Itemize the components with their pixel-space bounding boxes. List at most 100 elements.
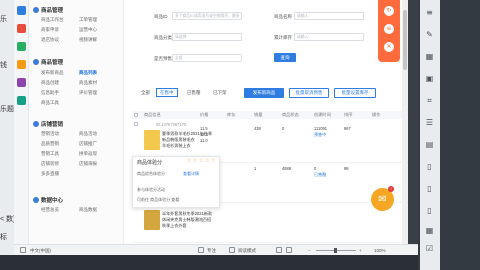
read-mode-label[interactable]: 阅读模式 bbox=[238, 248, 256, 254]
nav-item[interactable]: 商品数据 bbox=[79, 207, 97, 213]
column-header: 商品状态 bbox=[282, 112, 299, 117]
zoom-slider-knob[interactable] bbox=[334, 248, 337, 253]
app-chat-icon[interactable] bbox=[17, 42, 26, 51]
nav-item[interactable]: 店铺装修 bbox=[41, 161, 59, 167]
stock-input[interactable]: 请输入 bbox=[294, 33, 364, 41]
crop-icon[interactable]: ⌗ bbox=[425, 96, 434, 105]
filter-label: 是否预售 bbox=[154, 56, 172, 61]
status-link[interactable]: 预售中 bbox=[314, 132, 326, 138]
select-all-checkbox[interactable] bbox=[134, 113, 138, 117]
menu-icon[interactable]: ≡ bbox=[425, 8, 434, 17]
table-icon[interactable]: ▦ bbox=[425, 52, 434, 61]
app-home-icon[interactable] bbox=[17, 6, 26, 15]
goods-thumbnail[interactable] bbox=[144, 210, 160, 230]
nav-item[interactable]: 商品工作台 bbox=[41, 17, 64, 23]
nav-item[interactable]: 店铺推广 bbox=[79, 141, 97, 147]
focus-mode-label[interactable]: 专注 bbox=[207, 248, 216, 254]
popup-link[interactable]: 查看详情 bbox=[183, 171, 199, 177]
nav-item[interactable]: 退店协议 bbox=[41, 37, 59, 43]
tab-sold-out[interactable]: 已售罄 bbox=[184, 88, 204, 97]
filter-label: 累计库存 bbox=[274, 35, 292, 40]
publish-goods-button[interactable]: 发布新商品 bbox=[244, 88, 284, 98]
nav-item[interactable]: 拼单返现 bbox=[79, 151, 97, 157]
brush-icon[interactable]: ✎ bbox=[425, 30, 434, 39]
column-header[interactable]: 创建时间 bbox=[314, 112, 331, 118]
search-button[interactable]: 查询 bbox=[274, 53, 296, 62]
goods-thumbnail[interactable] bbox=[144, 130, 160, 150]
zoom-in-button[interactable]: + bbox=[359, 248, 362, 253]
nav-item[interactable]: 商品工具 bbox=[41, 100, 59, 106]
floating-helper-panel: ↻ ≡ ✕ bbox=[378, 0, 400, 62]
page-icon[interactable] bbox=[20, 247, 26, 253]
note-icon[interactable]: ▤ bbox=[425, 140, 434, 149]
batch-set-stock-button[interactable]: 批量设置库存 bbox=[334, 88, 376, 98]
image-icon[interactable]: ▣ bbox=[425, 74, 434, 83]
tab-delisted[interactable]: 已下架 bbox=[210, 88, 230, 97]
list-icon[interactable]: ☰ bbox=[425, 118, 434, 127]
status-value: 111091 bbox=[314, 126, 328, 131]
goods-icon bbox=[33, 7, 39, 13]
tab-on-sale[interactable]: 在售中 bbox=[156, 88, 178, 97]
nav-item[interactable]: 视频讲解 bbox=[79, 37, 97, 43]
nav-group-title: 店铺营销 bbox=[41, 122, 64, 128]
zoom-level[interactable]: 100% bbox=[374, 248, 386, 253]
notification-badge: ! bbox=[388, 186, 394, 192]
doc-icon[interactable]: ▯ bbox=[425, 162, 434, 171]
category-select[interactable]: 请选择 bbox=[172, 33, 242, 41]
nav-item[interactable]: 信息助手 bbox=[41, 90, 59, 96]
app-order-icon[interactable] bbox=[17, 60, 26, 69]
tab-all[interactable]: 全部 bbox=[138, 88, 153, 97]
status-bar: 中文(中国) 专注 阅读模式 − + 100% bbox=[14, 244, 418, 255]
bg-text-fragment: 钱 bbox=[0, 62, 7, 69]
nav-item[interactable]: 多多直播 bbox=[41, 171, 59, 177]
close-icon[interactable]: ✕ bbox=[384, 42, 394, 52]
nav-item[interactable]: 商家申诉 bbox=[41, 27, 59, 33]
refresh-icon[interactable]: ↻ bbox=[384, 6, 394, 16]
goods-id-input[interactable]: 多个商品ID请用逗号或空格隔开，最多 bbox=[172, 12, 242, 20]
language-indicator[interactable]: 中文(中国) bbox=[30, 248, 51, 254]
nav-item[interactable]: 营销活动 bbox=[41, 131, 59, 137]
column-header[interactable]: 价格 bbox=[200, 112, 208, 118]
scroll-thumb[interactable] bbox=[403, 10, 407, 70]
column-header: 商品信息 bbox=[144, 112, 161, 117]
nav-item[interactable]: 经营总览 bbox=[41, 207, 59, 213]
sort-value: 98 bbox=[344, 166, 349, 171]
zoom-out-button[interactable]: − bbox=[308, 248, 311, 253]
focus-icon[interactable] bbox=[198, 247, 204, 253]
nav-item[interactable]: 营销工具 bbox=[41, 151, 59, 157]
app-tools-icon[interactable] bbox=[17, 96, 26, 105]
note-icon[interactable]: ≡ bbox=[384, 24, 394, 34]
bg-text-fragment: 标 bbox=[0, 234, 7, 241]
nav-item[interactable]: 评价管理 bbox=[79, 90, 97, 96]
column-header[interactable]: 库存 bbox=[227, 112, 235, 118]
batch-cancel-presale-button[interactable]: 批量取消预售 bbox=[289, 88, 329, 98]
column-header[interactable]: 销量 bbox=[254, 112, 262, 118]
data-center-icon bbox=[33, 197, 39, 203]
nav-item[interactable]: 商品素材 bbox=[79, 80, 97, 86]
nav-item[interactable]: 运营中心 bbox=[79, 27, 97, 33]
app-stats-icon[interactable] bbox=[17, 78, 26, 87]
status-link[interactable]: 已售罄 bbox=[314, 172, 326, 178]
web-layout-icon[interactable] bbox=[286, 247, 292, 253]
nav-item[interactable]: 商品创建 bbox=[41, 80, 59, 86]
vertical-scrollbar[interactable] bbox=[402, 0, 408, 244]
nav-item[interactable]: 商品活动 bbox=[79, 131, 97, 137]
app-shop-icon[interactable] bbox=[17, 24, 26, 33]
nav-item[interactable]: 店铺海报 bbox=[79, 161, 97, 167]
nav-item-publish[interactable]: 发布新商品 bbox=[41, 70, 64, 76]
doc-icon[interactable]: ▯ bbox=[425, 184, 434, 193]
print-layout-icon[interactable] bbox=[276, 247, 282, 253]
nav-item[interactable]: 工单管理 bbox=[79, 17, 97, 23]
goods-name-input[interactable]: 请输入 bbox=[294, 12, 364, 20]
doc-icon[interactable]: ▯ bbox=[425, 206, 434, 215]
row-checkbox[interactable] bbox=[134, 122, 138, 126]
filter-label: 商品分类 bbox=[154, 35, 172, 40]
checklist-icon[interactable]: ☑ bbox=[425, 244, 434, 253]
read-mode-icon[interactable] bbox=[229, 247, 235, 253]
presale-select[interactable]: 全部 bbox=[172, 54, 242, 62]
merchant-backend-window: 商品管理 商品工作台 工单管理 商家申诉 运营中心 退店协议 视频讲解 商品管理… bbox=[14, 0, 408, 244]
nav-item[interactable]: 品质营销 bbox=[41, 141, 59, 147]
nav-item-goods-list[interactable]: 商品列表 bbox=[79, 70, 97, 76]
calendar-icon[interactable]: ▦ bbox=[425, 226, 434, 235]
popup-text[interactable]: 参与体验分活动 bbox=[137, 187, 165, 193]
